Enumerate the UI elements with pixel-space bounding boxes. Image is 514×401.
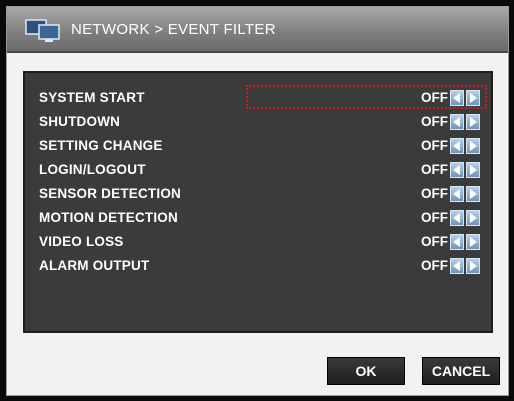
- event-value: OFF: [421, 234, 448, 249]
- event-row-video-loss[interactable]: VIDEO LOSS OFF: [25, 231, 491, 253]
- event-row-system-start[interactable]: SYSTEM START OFF: [25, 87, 491, 109]
- arrow-left-icon[interactable]: [450, 258, 464, 274]
- arrow-right-icon[interactable]: [466, 114, 480, 130]
- event-row-setting-change[interactable]: SETTING CHANGE OFF: [25, 135, 491, 157]
- event-filter-window: NETWORK > EVENT FILTER SYSTEM START OFF …: [6, 6, 509, 396]
- event-value: OFF: [421, 114, 448, 129]
- event-value: OFF: [421, 162, 448, 177]
- event-label: SYSTEM START: [39, 90, 145, 105]
- arrow-right-icon[interactable]: [466, 210, 480, 226]
- arrow-right-icon[interactable]: [466, 258, 480, 274]
- arrow-left-icon[interactable]: [450, 90, 464, 106]
- event-value: OFF: [421, 90, 448, 105]
- event-label: SENSOR DETECTION: [39, 186, 181, 201]
- event-label: MOTION DETECTION: [39, 210, 178, 225]
- event-label: SETTING CHANGE: [39, 138, 163, 153]
- event-row-alarm-output[interactable]: ALARM OUTPUT OFF: [25, 255, 491, 277]
- arrow-right-icon[interactable]: [466, 186, 480, 202]
- event-value: OFF: [421, 258, 448, 273]
- event-value: OFF: [421, 138, 448, 153]
- arrow-left-icon[interactable]: [450, 138, 464, 154]
- event-label: VIDEO LOSS: [39, 234, 124, 249]
- event-label: SHUTDOWN: [39, 114, 121, 129]
- window-title: NETWORK > EVENT FILTER: [71, 21, 276, 38]
- event-row-sensor-detection[interactable]: SENSOR DETECTION OFF: [25, 183, 491, 205]
- event-list-panel: SYSTEM START OFF SHUTDOWN OFF SETTING CH…: [23, 71, 493, 333]
- arrow-left-icon[interactable]: [450, 114, 464, 130]
- arrow-left-icon[interactable]: [450, 210, 464, 226]
- arrow-left-icon[interactable]: [450, 162, 464, 178]
- event-row-shutdown[interactable]: SHUTDOWN OFF: [25, 111, 491, 133]
- arrow-right-icon[interactable]: [466, 234, 480, 250]
- arrow-right-icon[interactable]: [466, 90, 480, 106]
- arrow-right-icon[interactable]: [466, 138, 480, 154]
- event-label: ALARM OUTPUT: [39, 258, 150, 273]
- event-row-motion-detection[interactable]: MOTION DETECTION OFF: [25, 207, 491, 229]
- arrow-left-icon[interactable]: [450, 234, 464, 250]
- cancel-button[interactable]: CANCEL: [422, 357, 500, 385]
- title-bar: NETWORK > EVENT FILTER: [7, 7, 508, 53]
- event-label: LOGIN/LOGOUT: [39, 162, 146, 177]
- network-monitors-icon: [25, 19, 60, 42]
- event-value: OFF: [421, 186, 448, 201]
- event-value: OFF: [421, 210, 448, 225]
- event-row-login-logout[interactable]: LOGIN/LOGOUT OFF: [25, 159, 491, 181]
- arrow-left-icon[interactable]: [450, 186, 464, 202]
- ok-button[interactable]: OK: [327, 357, 405, 385]
- arrow-right-icon[interactable]: [466, 162, 480, 178]
